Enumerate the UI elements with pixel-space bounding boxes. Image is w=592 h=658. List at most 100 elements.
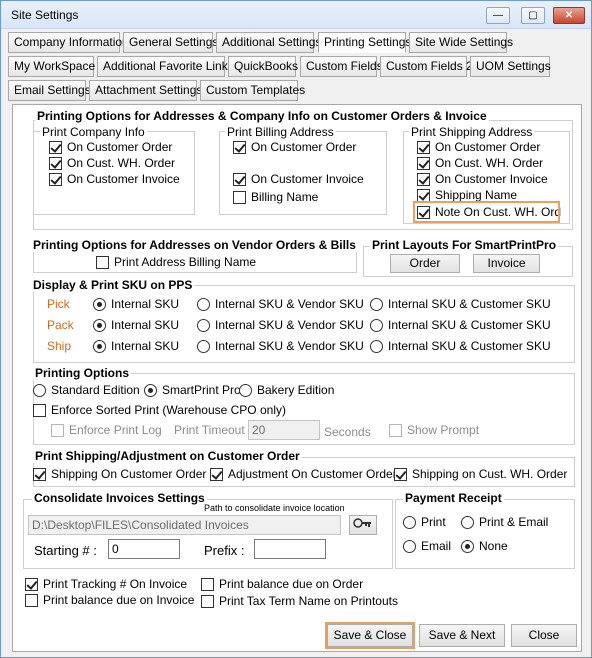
- browse-folder-button[interactable]: [349, 515, 377, 535]
- radio-dot[interactable]: [93, 297, 106, 311]
- save-next-button[interactable]: Save & Next: [419, 624, 505, 647]
- print-timeout-input[interactable]: 20: [248, 420, 320, 440]
- receipt-none-radio[interactable]: None: [461, 539, 508, 553]
- bakery-edition-radio[interactable]: Bakery Edition: [239, 383, 334, 397]
- ship-internal-vendor-sku-radio[interactable]: Internal SKU & Vendor SKU: [197, 339, 364, 353]
- tab-email-settings[interactable]: Email Settings: [8, 80, 91, 101]
- tab-attachment-settings[interactable]: Attachment Settings: [89, 80, 202, 101]
- minimize-button[interactable]: —: [486, 7, 510, 24]
- enforce-sorted-print-checkbox[interactable]: Enforce Sorted Print (Warehouse CPO only…: [33, 403, 286, 417]
- checkbox-box[interactable]: [389, 423, 402, 437]
- shipping-on-customer-invoice-checkbox[interactable]: On Customer Invoice: [417, 172, 548, 186]
- billing-on-customer-order-checkbox[interactable]: On Customer Order: [233, 140, 356, 154]
- radio-dot[interactable]: [93, 339, 106, 353]
- company-on-customer-order-checkbox[interactable]: On Customer Order: [49, 140, 172, 154]
- close-button[interactable]: Close: [511, 624, 577, 647]
- tab-general-settings[interactable]: General Settings: [123, 32, 218, 53]
- checkbox-box[interactable]: [233, 172, 246, 186]
- pick-internal-vendor-sku-radio[interactable]: Internal SKU & Vendor SKU: [197, 297, 364, 311]
- print-tax-term-name-checkbox[interactable]: Print Tax Term Name on Printouts: [201, 594, 398, 608]
- checkbox-box[interactable]: [417, 140, 430, 154]
- shipping-on-customer-order-checkbox[interactable]: Shipping On Customer Order: [33, 467, 206, 481]
- enforce-print-log-checkbox[interactable]: Enforce Print Log: [51, 423, 162, 437]
- pack-internal-sku-radio[interactable]: Internal SKU: [93, 318, 179, 332]
- smartprint-pro-radio[interactable]: SmartPrint Pro: [144, 383, 241, 397]
- checkbox-box[interactable]: [49, 172, 62, 186]
- checkbox-box[interactable]: [394, 467, 407, 481]
- radio-dot[interactable]: [403, 539, 416, 553]
- checkbox-box[interactable]: [96, 255, 109, 269]
- radio-dot[interactable]: [239, 383, 252, 397]
- radio-dot[interactable]: [370, 297, 383, 311]
- checkbox-box[interactable]: [49, 140, 62, 154]
- starting-number-input[interactable]: 0: [108, 539, 180, 559]
- radio-dot[interactable]: [461, 539, 474, 553]
- radio-dot[interactable]: [197, 297, 210, 311]
- tab-additional-settings[interactable]: Additional Settings: [216, 32, 321, 53]
- checkbox-box[interactable]: [233, 140, 246, 154]
- radio-dot[interactable]: [144, 383, 157, 397]
- checkbox-box[interactable]: [201, 577, 214, 591]
- pick-internal-sku-radio[interactable]: Internal SKU: [93, 297, 179, 311]
- tab-my-workspace[interactable]: My WorkSpace: [8, 56, 95, 77]
- print-tracking-on-invoice-checkbox[interactable]: Print Tracking # On Invoice: [25, 577, 187, 591]
- tab-company-information[interactable]: Company Information: [8, 32, 129, 53]
- radio-dot[interactable]: [93, 318, 106, 332]
- ship-internal-sku-radio[interactable]: Internal SKU: [93, 339, 179, 353]
- standard-edition-radio[interactable]: Standard Edition: [33, 383, 140, 397]
- billing-name-checkbox[interactable]: Billing Name: [233, 190, 318, 204]
- prefix-input[interactable]: [254, 539, 326, 559]
- checkbox-box[interactable]: [417, 188, 430, 202]
- show-prompt-checkbox[interactable]: Show Prompt: [389, 423, 479, 437]
- tab-quickbooks[interactable]: QuickBooks: [228, 56, 298, 77]
- radio-dot[interactable]: [197, 318, 210, 332]
- print-address-billing-name-checkbox[interactable]: Print Address Billing Name: [96, 255, 256, 269]
- checkbox-box[interactable]: [25, 593, 38, 607]
- tab-custom-fields-2[interactable]: Custom Fields 2: [380, 56, 473, 77]
- adjustment-on-customer-order-checkbox[interactable]: Adjustment On Customer Order: [210, 467, 397, 481]
- checkbox-box[interactable]: [25, 577, 38, 591]
- radio-dot[interactable]: [461, 515, 474, 529]
- receipt-print-radio[interactable]: Print: [403, 515, 446, 529]
- close-window-button[interactable]: ✕: [553, 7, 585, 24]
- pack-internal-vendor-sku-radio[interactable]: Internal SKU & Vendor SKU: [197, 318, 364, 332]
- tab-uom-settings[interactable]: UOM Settings: [470, 56, 551, 77]
- checkbox-box[interactable]: [33, 467, 46, 481]
- save-close-button[interactable]: Save & Close: [325, 622, 415, 649]
- checkbox-box[interactable]: [201, 594, 214, 608]
- maximize-button[interactable]: ▢: [521, 7, 545, 24]
- ship-internal-customer-sku-radio[interactable]: Internal SKU & Customer SKU: [370, 339, 551, 353]
- radio-dot[interactable]: [403, 515, 416, 529]
- layout-order-button[interactable]: Order: [390, 254, 460, 273]
- shipping-on-cust-wh-order-checkbox[interactable]: Shipping on Cust. WH. Order: [394, 467, 567, 481]
- pack-internal-customer-sku-radio[interactable]: Internal SKU & Customer SKU: [370, 318, 551, 332]
- radio-dot[interactable]: [370, 339, 383, 353]
- print-balance-due-order-checkbox[interactable]: Print balance due on Order: [201, 577, 363, 591]
- tab-printing-settings[interactable]: Printing Settings: [318, 32, 411, 53]
- checkbox-box[interactable]: [417, 205, 430, 219]
- billing-on-customer-invoice-checkbox[interactable]: On Customer Invoice: [233, 172, 364, 186]
- checkbox-box[interactable]: [49, 156, 62, 170]
- radio-dot[interactable]: [197, 339, 210, 353]
- shipping-on-customer-order-checkbox[interactable]: On Customer Order: [417, 140, 540, 154]
- shipping-name-checkbox[interactable]: Shipping Name: [417, 188, 517, 202]
- tab-site-wide-settings[interactable]: Site Wide Settings: [409, 32, 513, 53]
- checkbox-box[interactable]: [417, 156, 430, 170]
- tab-additional-favorite-links[interactable]: Additional Favorite Links: [97, 56, 234, 77]
- consolidate-path-input[interactable]: D:\Desktop\FILES\Consolidated Invoices: [28, 515, 341, 535]
- print-balance-due-invoice-checkbox[interactable]: Print balance due on Invoice: [25, 593, 194, 607]
- checkbox-box[interactable]: [51, 423, 64, 437]
- company-on-cust-wh-order-checkbox[interactable]: On Cust. WH. Order: [49, 156, 175, 170]
- checkbox-box[interactable]: [210, 467, 223, 481]
- radio-dot[interactable]: [33, 383, 46, 397]
- receipt-email-radio[interactable]: Email: [403, 539, 451, 553]
- note-on-cust-wh-ord-checkbox[interactable]: Note On Cust. WH. Ord: [413, 201, 561, 223]
- company-on-customer-invoice-checkbox[interactable]: On Customer Invoice: [49, 172, 180, 186]
- receipt-print-email-radio[interactable]: Print & Email: [461, 515, 548, 529]
- tab-custom-templates[interactable]: Custom Templates: [200, 80, 305, 101]
- tab-custom-fields[interactable]: Custom Fields: [300, 56, 383, 77]
- layout-invoice-button[interactable]: Invoice: [473, 254, 540, 273]
- checkbox-box[interactable]: [417, 172, 430, 186]
- shipping-on-cust-wh-order-checkbox[interactable]: On Cust. WH. Order: [417, 156, 543, 170]
- radio-dot[interactable]: [370, 318, 383, 332]
